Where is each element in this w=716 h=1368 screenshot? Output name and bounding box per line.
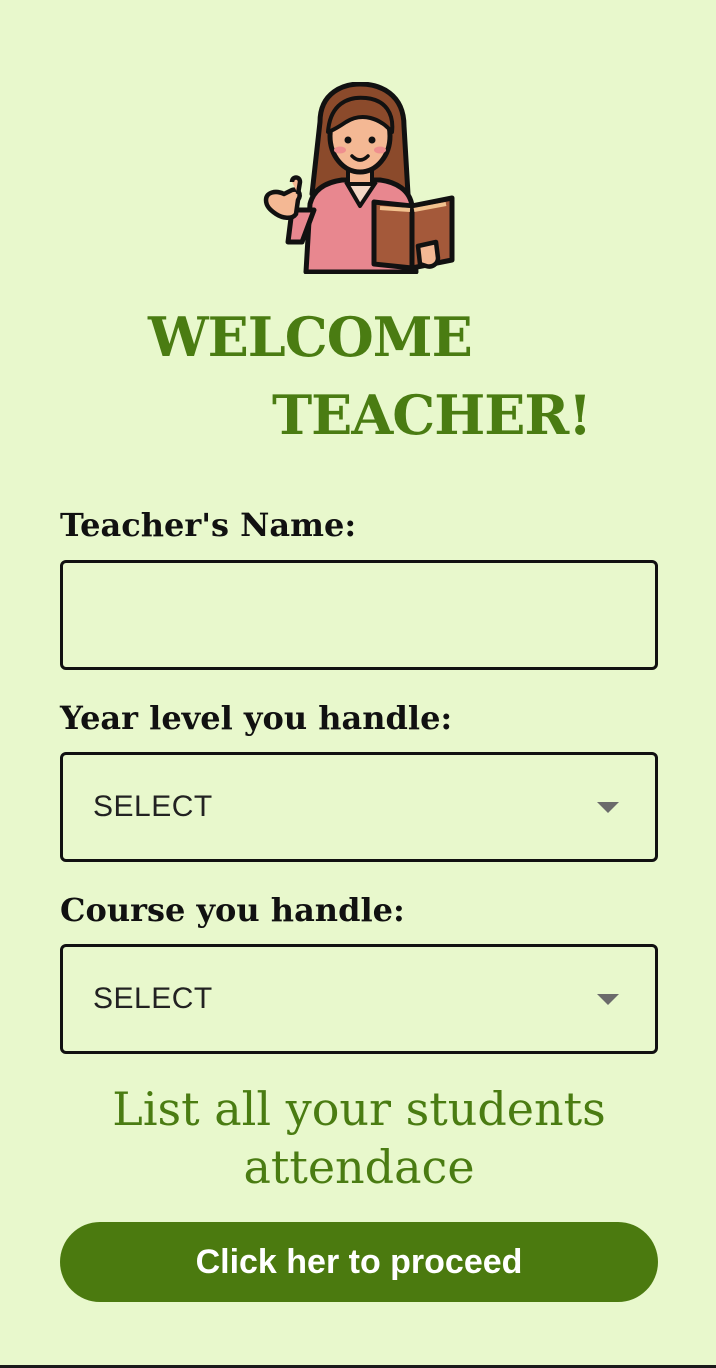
course-select[interactable]: SELECT bbox=[60, 944, 658, 1054]
course-select-value: SELECT bbox=[93, 982, 213, 1015]
teacher-name-label: Teacher's Name: bbox=[60, 506, 357, 544]
teacher-name-input[interactable] bbox=[60, 560, 658, 670]
year-level-label: Year level you handle: bbox=[60, 699, 453, 737]
chevron-down-icon bbox=[597, 802, 619, 813]
chevron-down-icon bbox=[597, 994, 619, 1005]
year-level-select-value: SELECT bbox=[93, 790, 213, 823]
welcome-title-line1: WELCOME bbox=[148, 305, 473, 369]
welcome-title-line2: TEACHER! bbox=[272, 383, 592, 447]
teacher-illustration-icon bbox=[262, 81, 458, 275]
proceed-button[interactable]: Click her to proceed bbox=[60, 1222, 658, 1302]
attendance-info-text: List all your students attendace bbox=[112, 1082, 606, 1194]
course-label: Course you handle: bbox=[60, 891, 405, 929]
year-level-select[interactable]: SELECT bbox=[60, 752, 658, 862]
